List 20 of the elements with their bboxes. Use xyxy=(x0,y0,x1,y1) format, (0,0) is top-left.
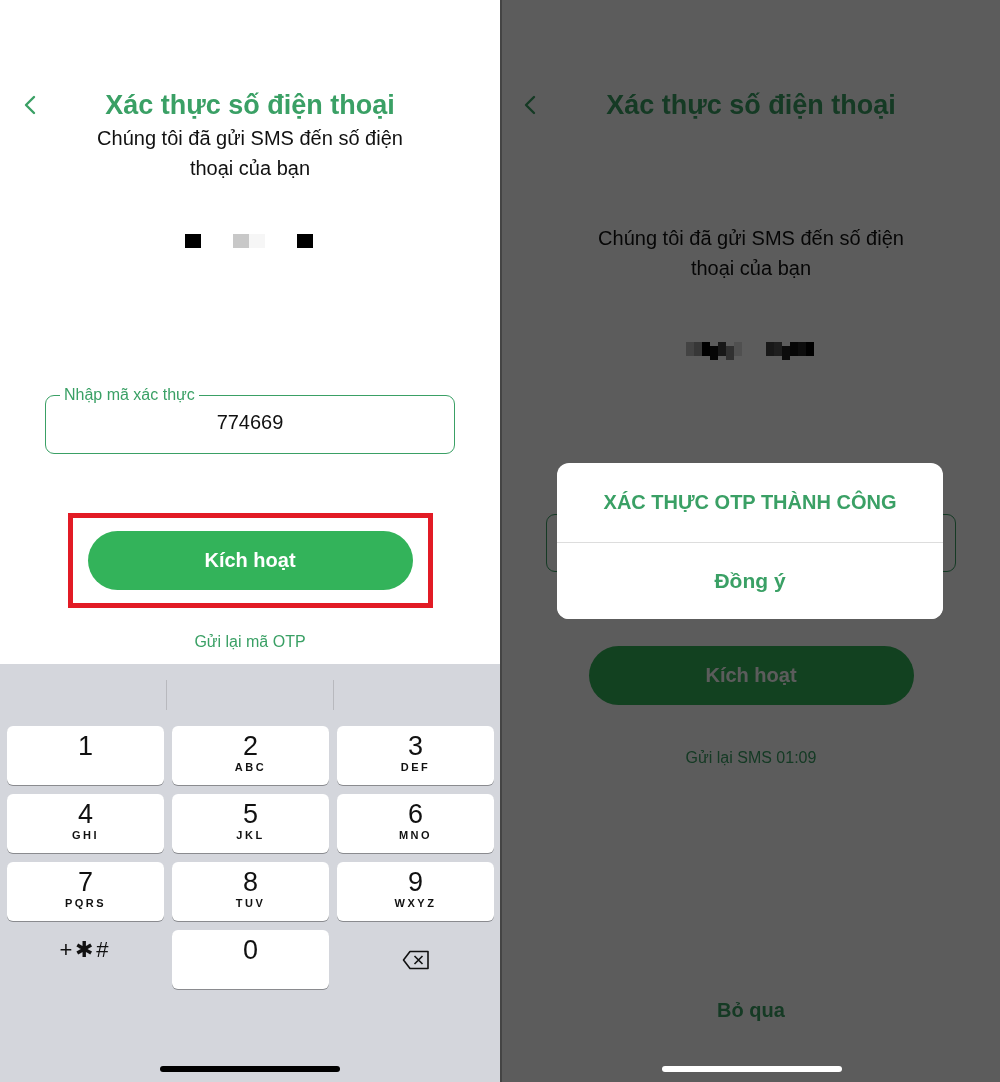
keypad-key[interactable]: 9 WXYZ xyxy=(337,862,494,921)
backspace-icon[interactable] xyxy=(401,949,430,970)
keypad-key[interactable]: 8 TUV xyxy=(172,862,329,921)
keypad-key[interactable]: 6 MNO xyxy=(337,794,494,853)
keypad-key[interactable]: 0 xyxy=(172,930,329,989)
keypad-key[interactable]: 3 DEF xyxy=(337,726,494,785)
keypad-key[interactable]: 1 xyxy=(7,726,164,785)
sms-message: Chúng tôi đã gửi SMS đến số điện thoại của bạn xyxy=(597,226,905,281)
keypad-key[interactable]: 5 JKL xyxy=(172,794,329,853)
code-field[interactable]: Nhập mã xác thực 774669 xyxy=(45,386,455,454)
screen-title: Xác thực số điện thoại xyxy=(104,89,396,121)
sms-message: Chúng tôi đã gửi SMS đến số điện thoại của bạn xyxy=(96,126,404,181)
screen-title: Xác thực số điện thoại xyxy=(605,89,897,121)
back-icon[interactable] xyxy=(24,95,36,115)
symbols-key[interactable]: +✱# xyxy=(40,930,131,989)
keypad-key[interactable]: 7 PQRS xyxy=(7,862,164,921)
keypad-key[interactable]: 4 GHI xyxy=(7,794,164,853)
resend-timer: Gửi lại SMS 01:09 xyxy=(685,749,817,767)
keypad-key[interactable]: 2 ABC xyxy=(172,726,329,785)
back-icon[interactable] xyxy=(524,95,536,115)
